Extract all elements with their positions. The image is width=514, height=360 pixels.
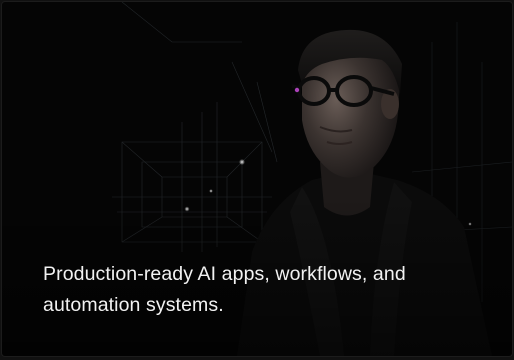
hero-card: Production-ready AI apps, workflows, and… [2,2,512,356]
hero-caption: Production-ready AI apps, workflows, and… [43,263,406,316]
